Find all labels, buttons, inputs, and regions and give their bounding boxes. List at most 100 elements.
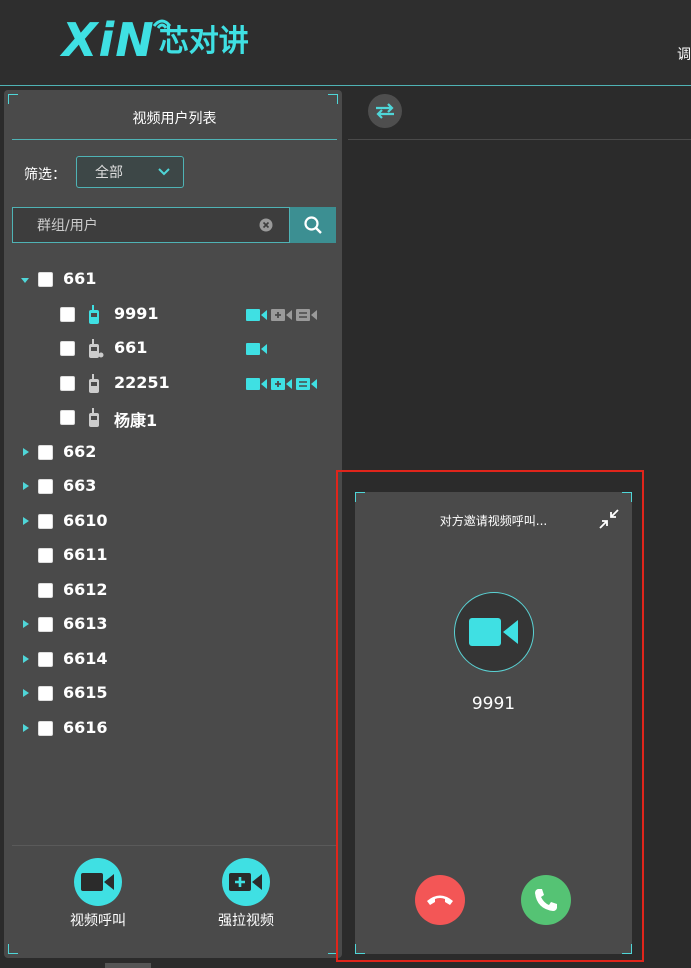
checkbox[interactable] bbox=[38, 583, 53, 598]
caret-right-icon[interactable] bbox=[22, 655, 30, 663]
tree-user-label: 661 bbox=[114, 338, 148, 357]
video-call-button[interactable]: 视频呼叫 bbox=[48, 858, 148, 930]
search-button[interactable] bbox=[290, 207, 336, 243]
frame-corner bbox=[622, 944, 632, 954]
tree-group-row[interactable]: 6612 bbox=[4, 576, 342, 606]
minimize-icon[interactable] bbox=[598, 508, 620, 530]
tree-group-row[interactable]: 6613 bbox=[4, 610, 342, 640]
caret-right-icon[interactable] bbox=[22, 517, 30, 525]
chevron-down-icon bbox=[158, 168, 170, 176]
tree-user-row[interactable]: 661 bbox=[4, 334, 342, 364]
video-camera-icon bbox=[469, 618, 518, 646]
app-header: XiN 芯对讲 调度 bbox=[0, 0, 691, 86]
radio-device-icon bbox=[89, 374, 99, 393]
search-icon bbox=[304, 216, 322, 234]
tree-group-row[interactable]: 6610 bbox=[4, 507, 342, 537]
filter-label: 筛选： bbox=[24, 167, 66, 183]
video-toolbar bbox=[348, 90, 691, 140]
nav-dispatch[interactable]: 调度 bbox=[677, 44, 691, 64]
tree-group-label: 662 bbox=[63, 442, 97, 461]
frame-corner bbox=[8, 944, 18, 954]
checkbox[interactable] bbox=[38, 617, 53, 632]
swap-arrows-icon bbox=[376, 103, 394, 119]
app-logo: XiN 芯对讲 bbox=[62, 14, 249, 66]
clear-icon[interactable] bbox=[259, 218, 273, 232]
checkbox[interactable] bbox=[60, 376, 75, 391]
radio-device-icon bbox=[89, 408, 99, 427]
caller-id: 9991 bbox=[471, 694, 516, 714]
checkbox[interactable] bbox=[38, 686, 53, 701]
tree-group-label: 6611 bbox=[63, 545, 108, 564]
panel-divider bbox=[12, 845, 337, 846]
checkbox[interactable] bbox=[38, 548, 53, 563]
radio-device-icon bbox=[89, 305, 99, 324]
force-video-cap-icon[interactable] bbox=[271, 377, 293, 391]
tree-user-row[interactable]: 杨康1 bbox=[4, 403, 342, 433]
checkbox[interactable] bbox=[38, 652, 53, 667]
force-video-circle[interactable] bbox=[222, 858, 270, 906]
checkbox[interactable] bbox=[38, 479, 53, 494]
caret-right-icon[interactable] bbox=[22, 689, 30, 697]
tree-user-label: 杨康1 bbox=[114, 411, 158, 430]
phone-icon bbox=[535, 889, 557, 911]
video-cap-icon[interactable] bbox=[246, 342, 268, 356]
tree-group-row[interactable]: 6616 bbox=[4, 714, 342, 744]
tree-group-row[interactable]: 663 bbox=[4, 472, 342, 502]
checkbox[interactable] bbox=[60, 341, 75, 356]
video-call-label: 视频呼叫 bbox=[70, 913, 126, 929]
search-input[interactable]: 群组/用户 bbox=[12, 207, 290, 243]
force-video-button[interactable]: 强拉视频 bbox=[196, 858, 296, 930]
checkbox[interactable] bbox=[38, 445, 53, 460]
frame-corner bbox=[622, 492, 632, 502]
video-call-circle[interactable] bbox=[74, 858, 122, 906]
tree-group-row[interactable]: 6615 bbox=[4, 679, 342, 709]
caret-right-icon[interactable] bbox=[22, 724, 30, 732]
hang-up-icon bbox=[427, 895, 453, 905]
caller-avatar bbox=[454, 592, 534, 672]
filter-select[interactable]: 全部 bbox=[76, 156, 184, 188]
caret-right-icon[interactable] bbox=[22, 448, 30, 456]
force-video-label: 强拉视频 bbox=[218, 913, 274, 929]
tree-group-row[interactable]: 662 bbox=[4, 438, 342, 468]
checkbox[interactable] bbox=[38, 272, 53, 287]
tree-group-row[interactable]: 6614 bbox=[4, 645, 342, 675]
tree-group-row[interactable]: 661 bbox=[4, 265, 342, 295]
accept-call-button[interactable] bbox=[521, 875, 571, 925]
tree-user-row[interactable]: 22251 bbox=[4, 369, 342, 399]
tree-group-label: 6610 bbox=[63, 511, 108, 530]
caret-right-icon[interactable] bbox=[22, 620, 30, 628]
checkbox[interactable] bbox=[38, 721, 53, 736]
force-video-cap-icon[interactable] bbox=[271, 308, 293, 322]
frame-corner bbox=[355, 492, 365, 502]
tree-group-label: 6614 bbox=[63, 649, 108, 668]
panel-title: 视频用户列表 bbox=[12, 100, 337, 140]
swap-button[interactable] bbox=[368, 94, 402, 128]
capability-icons bbox=[246, 308, 318, 322]
checkbox[interactable] bbox=[38, 514, 53, 529]
checkbox[interactable] bbox=[60, 307, 75, 322]
switch-video-cap-icon[interactable] bbox=[296, 377, 318, 391]
tree-user-row[interactable]: 9991 bbox=[4, 300, 342, 330]
tree-group-label: 6616 bbox=[63, 718, 108, 737]
checkbox[interactable] bbox=[60, 410, 75, 425]
logo-latin-text: XiN bbox=[62, 13, 155, 67]
tree-group-label: 6613 bbox=[63, 614, 108, 633]
tree-group-label: 663 bbox=[63, 476, 97, 495]
caret-right-icon[interactable] bbox=[22, 482, 30, 490]
signal-icon bbox=[152, 19, 172, 29]
frame-corner bbox=[355, 944, 365, 954]
reject-call-button[interactable] bbox=[415, 875, 465, 925]
incoming-call-dialog: 对方邀请视频呼叫... 9991 bbox=[355, 492, 632, 954]
video-user-panel: 视频用户列表 筛选： 全部 群组/用户 661 9991 661 22251 杨… bbox=[4, 90, 342, 958]
switch-video-cap-icon[interactable] bbox=[296, 308, 318, 322]
caret-down-icon[interactable] bbox=[21, 276, 29, 284]
capability-icons bbox=[246, 342, 268, 356]
scrollbar[interactable] bbox=[105, 963, 151, 968]
filter-value: 全部 bbox=[95, 165, 123, 181]
radio-device-offline-icon bbox=[89, 339, 104, 358]
video-cap-icon[interactable] bbox=[246, 308, 268, 322]
tree-group-row[interactable]: 6611 bbox=[4, 541, 342, 571]
tree-group-label: 6612 bbox=[63, 580, 108, 599]
video-cap-icon[interactable] bbox=[246, 377, 268, 391]
search-placeholder: 群组/用户 bbox=[37, 218, 98, 234]
